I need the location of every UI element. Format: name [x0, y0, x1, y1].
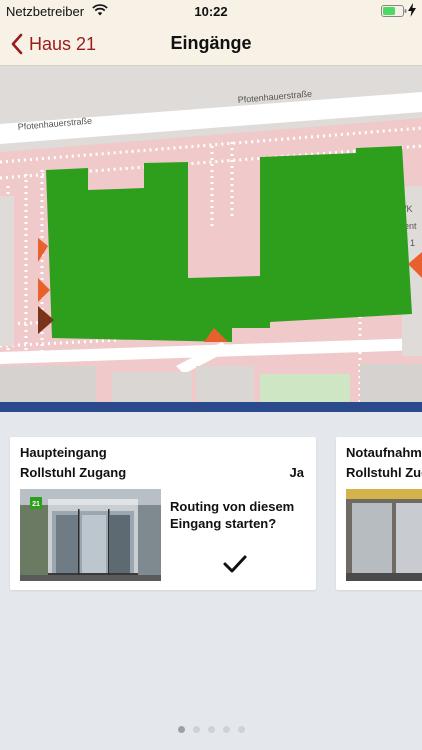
map-divider — [0, 402, 422, 412]
entrance-card[interactable]: Notaufnahme Rollstuhl Zugang — [336, 437, 422, 590]
entrance-title: Notaufnahme — [346, 445, 422, 460]
entrance-photo — [346, 489, 422, 581]
battery-icon — [381, 5, 407, 17]
status-bar: Netzbetreiber 10:22 — [0, 0, 422, 22]
map-view[interactable]: Pfotenhauerstraße Pfotenhauerstraße /K e… — [0, 66, 422, 402]
map-canvas[interactable]: Pfotenhauerstraße Pfotenhauerstraße /K e… — [0, 66, 422, 402]
map-edge-label: 1 — [410, 238, 415, 248]
page-dot[interactable] — [192, 726, 200, 733]
routing-prompt: Routing von diesem Eingang starten? — [170, 499, 295, 531]
clock: 10:22 — [194, 4, 228, 19]
page-dot[interactable] — [237, 726, 245, 733]
photo-sign: 21 — [32, 501, 40, 508]
navigation-bar: Haus 21 Eingänge — [0, 22, 422, 66]
entrance-card[interactable]: Haupteingang Rollstuhl Zugang Ja 21 Rout… — [10, 437, 316, 590]
page-indicator[interactable] — [0, 726, 422, 733]
page-dot[interactable] — [222, 726, 230, 733]
feature-value: Ja — [289, 465, 304, 480]
page-dot[interactable] — [207, 726, 215, 733]
checkmark-icon[interactable] — [222, 554, 248, 574]
entrance-title: Haupteingang — [20, 445, 107, 460]
feature-label: Rollstuhl Zugang — [346, 465, 422, 480]
feature-label: Rollstuhl Zugang — [20, 465, 127, 480]
page-dot-active[interactable] — [177, 726, 185, 733]
charging-bolt-icon — [408, 3, 416, 17]
entrance-photo: 21 — [20, 489, 161, 581]
page-title: Eingänge — [170, 33, 252, 53]
